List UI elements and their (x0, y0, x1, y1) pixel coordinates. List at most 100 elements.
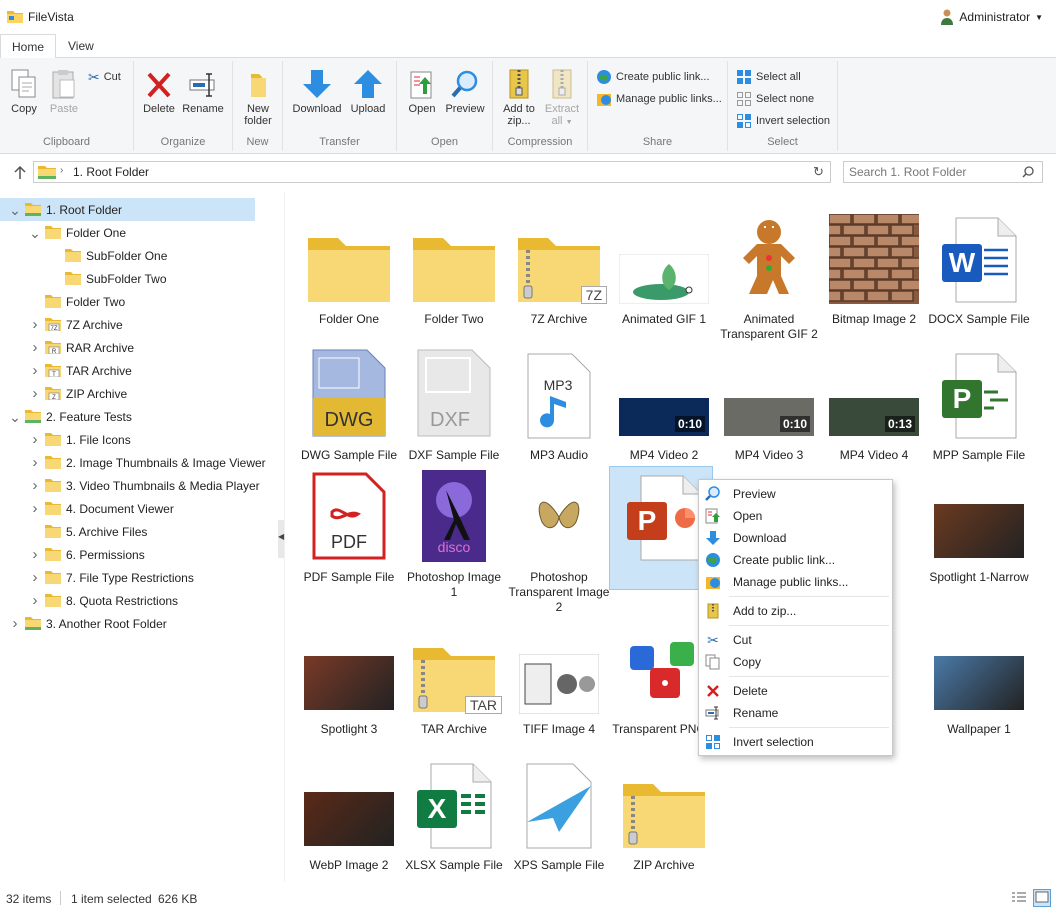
copy-button[interactable]: Copy (7, 68, 41, 115)
file-item[interactable]: Folder Two (402, 212, 506, 327)
file-item[interactable]: WebP Image 2 (297, 758, 401, 873)
file-item[interactable]: 0:13 MP4 Video 4 (822, 348, 926, 463)
ctx-invert-selection[interactable]: Invert selection (699, 731, 892, 753)
tree-item[interactable]: › 4. Document Viewer (28, 497, 174, 520)
ctx-manage-public-links[interactable]: Manage public links... (699, 571, 892, 593)
chevron-right-icon[interactable]: › (28, 569, 42, 586)
invert-selection-button[interactable]: Invert selection (736, 112, 830, 130)
chevron-down-icon[interactable]: ⌄ (8, 410, 22, 424)
file-item[interactable]: Spotlight 3 (297, 622, 401, 737)
tree-item[interactable]: ⌄ 1. Root Folder (0, 198, 255, 221)
file-item[interactable]: MP3 MP3 Audio (507, 348, 611, 463)
download-button[interactable]: Download (290, 68, 344, 115)
file-item[interactable]: Spotlight 1-Narrow (927, 470, 1031, 585)
file-item[interactable]: XPS Sample File (507, 758, 611, 873)
select-none-button[interactable]: Select none (736, 90, 814, 108)
open-button[interactable]: Open (405, 70, 439, 115)
create-public-link-button[interactable]: Create public link... (596, 68, 710, 86)
chevron-down-icon[interactable]: ⌄ (28, 226, 42, 240)
breadcrumb-root[interactable]: 1. Root Folder (73, 165, 149, 179)
tree-item[interactable]: SubFolder Two (48, 267, 167, 290)
chevron-right-icon[interactable]: › (28, 546, 42, 563)
file-item[interactable]: X XLSX Sample File (402, 758, 506, 873)
tree-item[interactable]: › 7Z 7Z Archive (28, 313, 123, 336)
large-icons-view-icon[interactable] (1033, 889, 1051, 907)
tree-item[interactable]: › R RAR Archive (28, 336, 135, 359)
paste-icon (52, 70, 75, 99)
add-to-zip-button[interactable]: Add to zip... (500, 68, 538, 127)
chevron-right-icon[interactable]: › (28, 316, 42, 333)
ctx-preview[interactable]: Preview (699, 483, 892, 505)
manage-public-links-button[interactable]: Manage public links... (596, 90, 722, 108)
chevron-right-icon[interactable]: › (8, 615, 22, 632)
file-item[interactable]: 0:10 MP4 Video 3 (717, 348, 821, 463)
file-item[interactable]: P MPP Sample File (927, 348, 1031, 463)
search-input[interactable]: Search 1. Root Folder (843, 161, 1043, 183)
file-item[interactable]: 7Z 7Z Archive (507, 212, 611, 327)
file-item[interactable]: PDF PDF Sample File (297, 470, 401, 585)
tree-item[interactable]: › 7. File Type Restrictions (28, 566, 194, 589)
tree-item[interactable]: › 3. Video Thumbnails & Media Player (28, 474, 260, 497)
breadcrumb[interactable]: › 1. Root Folder (33, 161, 808, 183)
ctx-create-public-link[interactable]: Create public link... (699, 549, 892, 571)
file-item[interactable]: W DOCX Sample File (927, 212, 1031, 327)
tree-item[interactable]: › 6. Permissions (28, 543, 145, 566)
file-item[interactable]: 0:10 MP4 Video 2 (612, 348, 716, 463)
tree-item[interactable]: › 3. Another Root Folder (8, 612, 167, 635)
chevron-right-icon[interactable]: › (28, 339, 42, 356)
ctx-rename[interactable]: Rename (699, 702, 892, 724)
up-arrow-icon[interactable] (13, 166, 27, 180)
tree-item[interactable]: › 1. File Icons (28, 428, 131, 451)
pane-splitter-handle[interactable]: ◀ (278, 520, 284, 558)
chevron-right-icon[interactable]: › (28, 385, 42, 402)
file-item[interactable]: DXF DXF Sample File (402, 348, 506, 463)
paste-button[interactable]: Paste (46, 68, 82, 115)
file-item[interactable]: Animated GIF 1 (612, 212, 716, 327)
file-item[interactable]: Animated Transparent GIF 2 (717, 212, 821, 342)
select-all-button[interactable]: Select all (736, 68, 801, 86)
file-item[interactable]: TAR TAR Archive (402, 622, 506, 737)
upload-button[interactable]: Upload (347, 68, 389, 115)
tree-item[interactable]: ⌄ 2. Feature Tests (8, 405, 132, 428)
tree-item[interactable]: › 8. Quota Restrictions (28, 589, 179, 612)
ctx-copy[interactable]: Copy (699, 651, 892, 673)
new-folder-button[interactable]: New folder (239, 70, 277, 127)
tree-item[interactable]: ⌄ Folder One (28, 221, 126, 244)
file-item[interactable]: DWG DWG Sample File (297, 348, 401, 463)
ctx-cut[interactable]: ✂ Cut (699, 629, 892, 651)
tree-item[interactable]: › 2. Image Thumbnails & Image Viewer (28, 451, 266, 474)
user-menu[interactable]: Administrator ▼ (940, 9, 1043, 25)
file-item[interactable]: TIFF Image 4 (507, 622, 611, 737)
tree-item[interactable]: SubFolder One (48, 244, 167, 267)
extract-all-button[interactable]: Extract all ▼ (541, 68, 583, 129)
ctx-download[interactable]: Download (699, 527, 892, 549)
file-item[interactable]: Bitmap Image 2 (822, 212, 926, 327)
rename-button[interactable]: Rename (182, 70, 224, 115)
chevron-right-icon[interactable]: › (28, 477, 42, 494)
ctx-open[interactable]: Open (699, 505, 892, 527)
tab-view[interactable]: View (57, 34, 105, 58)
tree-item[interactable]: 5. Archive Files (28, 520, 147, 543)
details-view-icon[interactable] (1011, 891, 1027, 905)
chevron-right-icon[interactable]: › (28, 592, 42, 609)
tab-home[interactable]: Home (0, 34, 57, 59)
delete-button[interactable]: Delete (141, 70, 177, 115)
chevron-right-icon[interactable]: › (28, 431, 42, 448)
file-item[interactable]: ZIP Archive (612, 758, 716, 873)
ctx-delete[interactable]: Delete (699, 680, 892, 702)
tree-item[interactable]: › Z ZIP Archive (28, 382, 128, 405)
chevron-right-icon[interactable]: › (28, 362, 42, 379)
file-item[interactable]: disco Photoshop Image 1 (402, 470, 506, 600)
chevron-right-icon[interactable]: › (28, 454, 42, 471)
refresh-button[interactable]: ↻ (807, 161, 831, 183)
chevron-down-icon[interactable]: ⌄ (8, 203, 22, 217)
tree-item[interactable]: › T TAR Archive (28, 359, 132, 382)
ctx-add-to-zip[interactable]: Add to zip... (699, 600, 892, 622)
file-item[interactable]: Wallpaper 1 (927, 622, 1031, 737)
cut-button[interactable]: ✂ Cut (88, 68, 121, 86)
preview-button[interactable]: Preview (443, 70, 487, 115)
tree-item[interactable]: Folder Two (28, 290, 125, 313)
file-item[interactable]: Photoshop Transparent Image 2 (507, 470, 611, 615)
file-item[interactable]: Folder One (297, 212, 401, 327)
chevron-right-icon[interactable]: › (28, 500, 42, 517)
